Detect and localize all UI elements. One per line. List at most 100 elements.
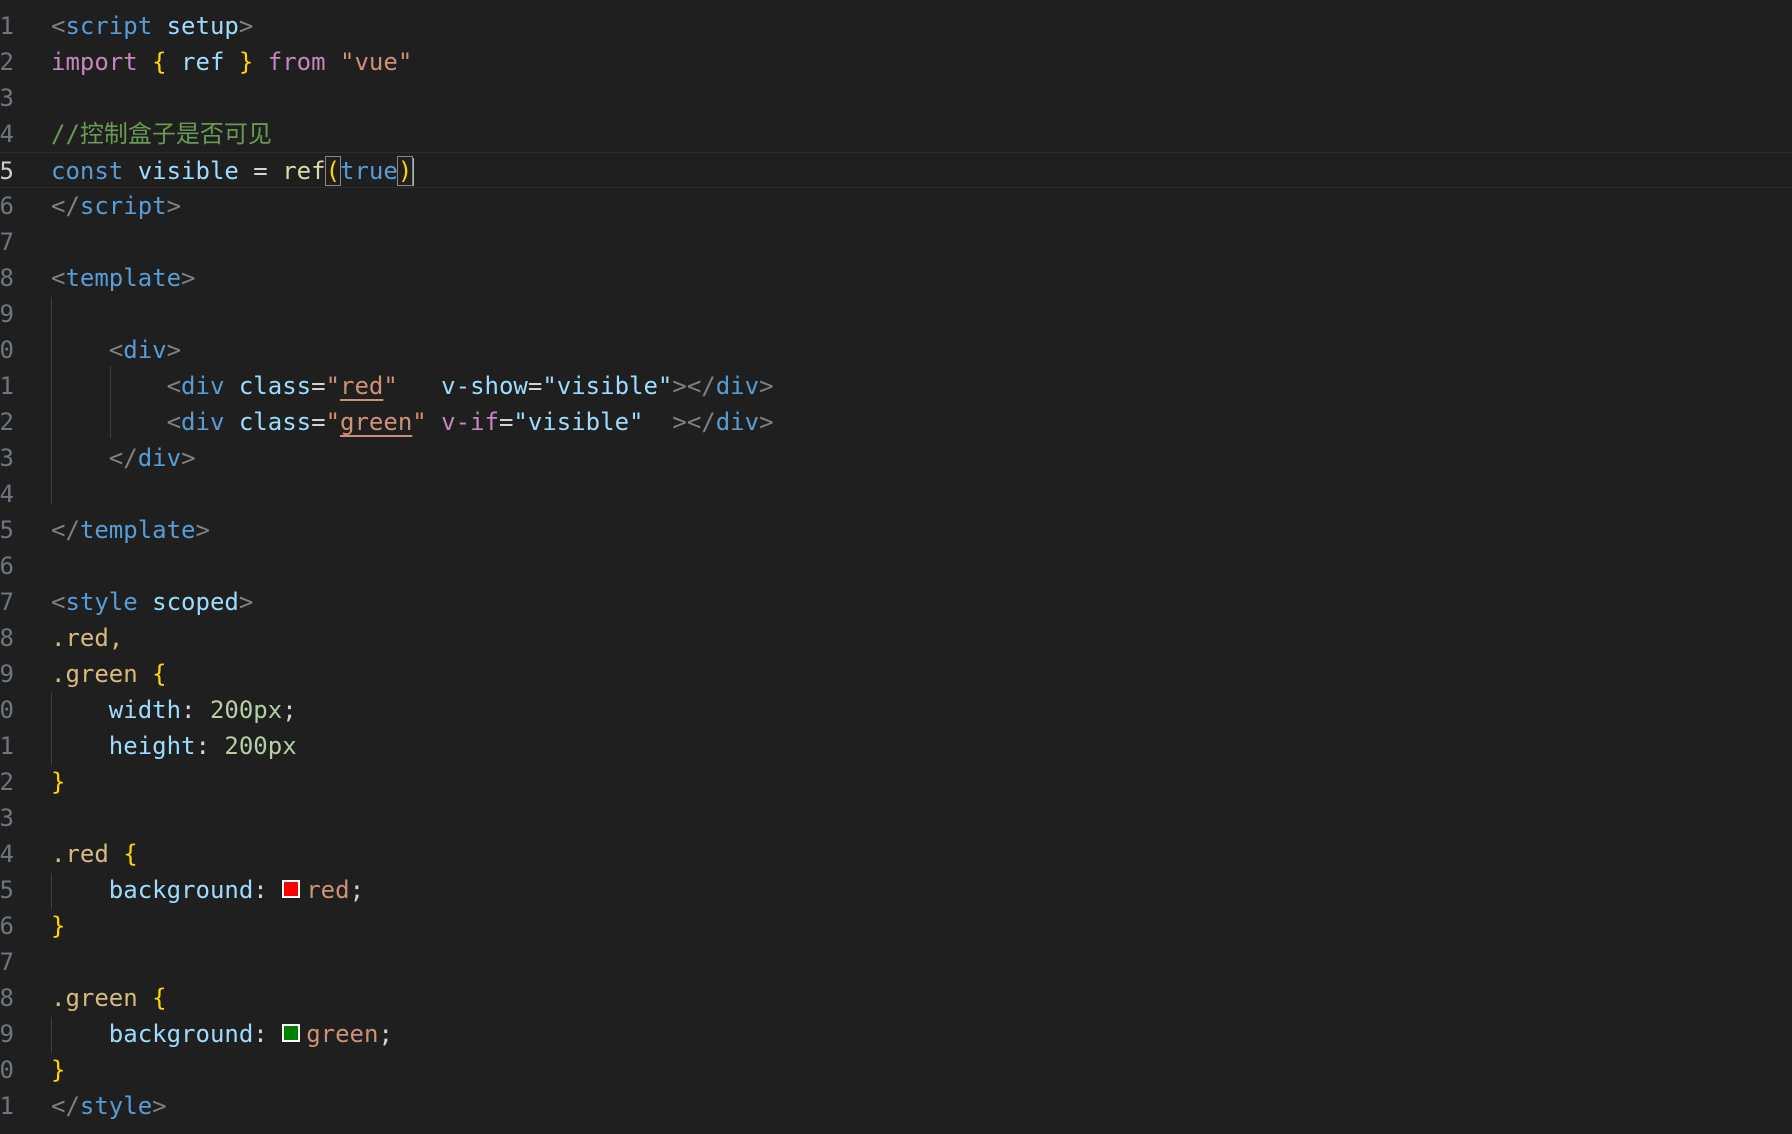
code-line[interactable]: 9 (0, 296, 1792, 332)
token-class-value: green (340, 408, 413, 436)
token-tag: template (79, 516, 196, 544)
token-directive: v-if (426, 408, 499, 436)
token-directive-value: "visible" (513, 408, 644, 436)
token-tag: div (123, 336, 167, 364)
token-brace: } (238, 48, 254, 76)
line-number: 8 (0, 984, 14, 1012)
line-number: 7 (0, 948, 14, 976)
token-selector: .red (51, 840, 124, 868)
code-text: .green { (51, 656, 167, 692)
code-text: width: 200px; (51, 692, 297, 728)
code-line[interactable]: 2 <div class="green" v-if="visible" ></d… (0, 404, 1792, 440)
line-number: 2 (0, 408, 14, 436)
color-swatch-red[interactable] (282, 880, 301, 898)
code-text: height: 200px (51, 728, 297, 764)
code-line[interactable]: 0 width: 200px; (0, 692, 1792, 728)
token-punct: : (195, 732, 225, 760)
code-line[interactable]: 1 </style> (0, 1088, 1792, 1124)
code-text: .red, (51, 620, 123, 656)
token-tag: script (79, 192, 167, 220)
code-line[interactable]: 3 (0, 800, 1792, 836)
code-text: .green { (51, 980, 167, 1016)
token-quote: " (325, 372, 341, 400)
token-paren: ) (396, 156, 414, 186)
token-quote: " (412, 408, 427, 436)
token-directive: v-show (397, 372, 528, 400)
code-line[interactable]: 7 (0, 944, 1792, 980)
code-line[interactable]: 4 .red { (0, 836, 1792, 872)
line-number: 0 (0, 696, 14, 724)
line-number: 7 (0, 588, 14, 616)
code-line[interactable]: 3 (0, 80, 1792, 116)
code-line[interactable]: 8 .red, (0, 620, 1792, 656)
token-punct: > (181, 444, 196, 472)
token-punct: </ (51, 1092, 80, 1120)
code-line[interactable]: 6 </script> (0, 188, 1792, 224)
code-text: background: green; (51, 1016, 393, 1052)
code-text: import { ref } from "vue" (51, 44, 412, 80)
code-line[interactable]: 3 </div> (0, 440, 1792, 476)
code-line[interactable]: 2 } (0, 764, 1792, 800)
token-brace: { (152, 660, 167, 688)
token-tag: script (65, 12, 153, 40)
code-line[interactable]: 6 } (0, 908, 1792, 944)
code-line[interactable]: 9 background: green; (0, 1016, 1792, 1052)
token-tag: template (65, 264, 182, 292)
line-number: 3 (0, 804, 14, 832)
code-line[interactable]: 5 </template> (0, 512, 1792, 548)
token-punct: </ (686, 372, 716, 400)
token-punct: </ (51, 516, 80, 544)
code-text: </div> (51, 440, 196, 476)
token-keyword: import (51, 48, 138, 76)
code-text: <script setup> (51, 8, 253, 44)
code-line[interactable]: 0 } (0, 1052, 1792, 1088)
code-line[interactable]: 7 <style scoped> (0, 584, 1792, 620)
token-keyword: const (51, 157, 124, 185)
token-punct: < (166, 408, 182, 436)
code-line[interactable]: 7 (0, 224, 1792, 260)
color-swatch-green[interactable] (282, 1024, 301, 1042)
code-line[interactable]: 8 <template> (0, 260, 1792, 296)
line-number: 2 (0, 48, 14, 76)
line-number: 6 (0, 552, 14, 580)
code-line[interactable]: 2 import { ref } from "vue" (0, 44, 1792, 80)
code-line[interactable]: 0 <div> (0, 332, 1792, 368)
code-line[interactable]: 5 background: red; (0, 872, 1792, 908)
code-text: </script> (51, 188, 181, 224)
token-quote: " (325, 408, 341, 436)
code-line[interactable]: 4 //控制盒子是否可见 (0, 116, 1792, 152)
code-line[interactable]: 6 (0, 548, 1792, 584)
line-number: 5 (0, 876, 14, 904)
token-punct: </ (51, 192, 80, 220)
token-tag: div (181, 372, 225, 400)
token-string: "vue" (340, 48, 413, 76)
code-text: </template> (51, 512, 210, 548)
token-brace: { (123, 840, 138, 868)
line-number: 6 (0, 912, 14, 940)
code-line[interactable]: 9 .green { (0, 656, 1792, 692)
code-line[interactable]: 4 (0, 476, 1792, 512)
token-punct: </ (686, 408, 716, 436)
code-line[interactable]: 1 height: 200px (0, 728, 1792, 764)
line-number: 4 (0, 480, 14, 508)
token-punct: > (759, 372, 774, 400)
code-line-current[interactable]: 5 const visible = ref(true) (0, 152, 1792, 188)
token-tag: style (65, 588, 138, 616)
line-number: 4 (0, 120, 14, 148)
line-number: 6 (0, 192, 14, 220)
token-quote: " (383, 372, 398, 400)
token-punct: </ (108, 444, 138, 472)
token-selector: .green (51, 660, 153, 688)
code-line[interactable]: 1 <script setup> (0, 8, 1792, 44)
token-function: ref (282, 157, 326, 185)
code-line[interactable]: 8 .green { (0, 980, 1792, 1016)
code-line[interactable]: 1 <div class="red" v-show="visible"></di… (0, 368, 1792, 404)
code-editor[interactable]: 1 <script setup> 2 import { ref } from "… (0, 0, 1792, 1134)
